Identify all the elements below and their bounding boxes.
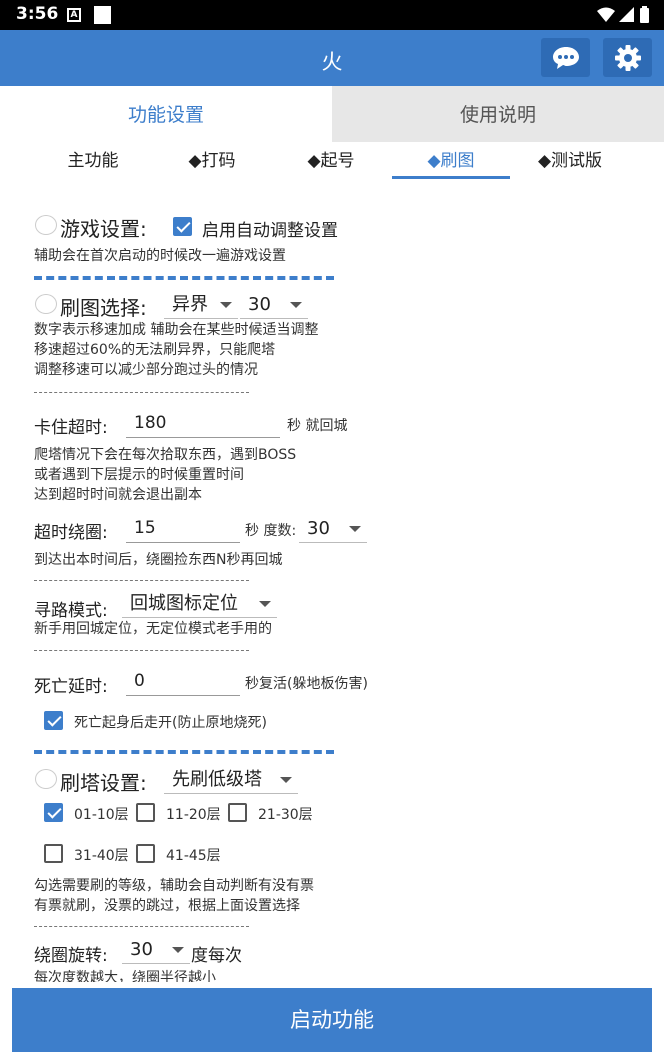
path-mode-label: 寻路模式:: [34, 601, 108, 621]
dashed-divider: [34, 650, 249, 651]
chevron-down-icon: [172, 947, 184, 953]
settings-content[interactable]: 游戏设置: 启用自动调整设置 辅助会在首次启动的时候改一遍游戏设置 刷图选择: …: [0, 200, 664, 982]
rotate-select[interactable]: 30: [122, 936, 190, 964]
floor-31-40-label: 31-40层: [74, 848, 129, 864]
game-settings-desc: 辅助会在首次启动的时候改一遍游戏设置: [34, 248, 286, 264]
section-divider: [34, 750, 334, 754]
stuck-desc-3: 达到超时时间就会退出副本: [34, 487, 202, 503]
notification-square-icon: [94, 6, 111, 24]
stuck-timeout-label: 卡住超时:: [34, 418, 108, 438]
floor-41-45-label: 41-45层: [166, 848, 221, 864]
tower-settings-title: 刷塔设置:: [60, 771, 147, 795]
app-bar: 火: [0, 30, 664, 86]
auto-adjust-checkbox[interactable]: [173, 217, 192, 236]
rotate-value: 30: [130, 939, 153, 960]
subtab-grind[interactable]: ◆刷图: [392, 146, 510, 179]
section-divider: [34, 276, 334, 280]
bubble-icon: [35, 769, 57, 789]
floor-41-45-checkbox[interactable]: [136, 844, 155, 863]
chat-button[interactable]: [541, 38, 590, 77]
status-time: 3:56: [16, 4, 59, 24]
walk-away-checkbox[interactable]: [44, 711, 63, 730]
tower-mode-select[interactable]: 先刷低级塔: [164, 766, 298, 794]
rotate-suffix: 度每次: [191, 946, 242, 966]
battery-icon: [640, 6, 649, 23]
circle-degree-select[interactable]: 30: [299, 515, 367, 543]
dashed-divider: [34, 392, 249, 393]
floor-01-10-checkbox[interactable]: [44, 803, 63, 822]
brush-desc-2: 移速超过60%的无法刷异界，只能爬塔: [34, 342, 276, 358]
signal-icon: [619, 7, 634, 22]
chevron-down-icon: [290, 302, 302, 308]
floor-11-20-label: 11-20层: [166, 807, 221, 823]
walk-away-label: 死亡起身后走开(防止原地烧死): [74, 715, 267, 731]
subtab-main[interactable]: 主功能: [34, 146, 152, 176]
bubble-icon: [35, 215, 57, 235]
status-bar: 3:56 A: [0, 0, 664, 30]
brush-desc-1: 数字表示移速加成 辅助会在某些时候适当调整: [34, 322, 319, 338]
sub-tabs: 主功能 ◆打码 ◆起号 ◆刷图 ◆测试版: [0, 146, 664, 180]
speed-select-value: 30: [248, 294, 271, 315]
stuck-timeout-input[interactable]: 180: [126, 408, 280, 438]
stuck-desc-1: 爬塔情况下会在每次拾取东西，遇到BOSS: [34, 447, 297, 463]
chevron-down-icon: [220, 302, 232, 308]
brush-select-title: 刷图选择:: [60, 296, 147, 320]
system-status-icons: [597, 6, 649, 23]
floor-31-40-checkbox[interactable]: [44, 844, 63, 863]
dashed-divider: [34, 580, 249, 581]
death-delay-input[interactable]: 0: [126, 666, 240, 696]
chevron-down-icon: [259, 601, 271, 607]
path-mode-value: 回城图标定位: [130, 593, 238, 614]
main-tabs: 功能设置 使用说明: [0, 86, 664, 142]
death-delay-suffix: 秒复活(躲地板伤害): [245, 676, 368, 692]
auto-adjust-label: 启用自动调整设置: [202, 221, 338, 241]
rotate-desc: 每次度数越大，绕圈半径越小: [34, 970, 216, 982]
chat-icon: [552, 46, 579, 69]
chevron-down-icon: [349, 526, 361, 532]
gear-icon: [614, 44, 641, 71]
tower-desc-2: 有票就刷，没票的跳过，根据上面设置选择: [34, 898, 300, 914]
circle-desc: 到达出本时间后，绕圈捡东西N秒再回城: [34, 552, 283, 568]
subtab-create-account[interactable]: ◆起号: [272, 146, 390, 176]
rotate-label: 绕圈旋转:: [34, 946, 108, 966]
bubble-icon: [35, 294, 57, 314]
circle-degree-value: 30: [307, 518, 330, 539]
start-function-button[interactable]: 启动功能: [12, 988, 652, 1052]
path-mode-desc: 新手用回城定位，无定位模式老手用的: [34, 621, 272, 637]
brush-desc-3: 调整移速可以减少部分跑过头的情况: [34, 362, 258, 378]
chevron-down-icon: [280, 777, 292, 783]
path-mode-select[interactable]: 回城图标定位: [122, 590, 277, 618]
tower-desc-1: 勾选需要刷的等级，辅助会自动判断有没有票: [34, 878, 314, 894]
stuck-desc-2: 或者遇到下层提示的时候重置时间: [34, 467, 244, 483]
wifi-icon: [597, 7, 615, 22]
circle-timeout-input[interactable]: 15: [126, 513, 240, 543]
floor-01-10-label: 01-10层: [74, 807, 129, 823]
dashed-divider: [34, 926, 249, 927]
floor-21-30-checkbox[interactable]: [228, 803, 247, 822]
subtab-captcha[interactable]: ◆打码: [153, 146, 271, 176]
speed-select[interactable]: 30: [240, 291, 308, 319]
map-select[interactable]: 异界: [164, 291, 238, 319]
subtab-beta[interactable]: ◆测试版: [511, 146, 629, 176]
tab-instructions[interactable]: 使用说明: [332, 86, 664, 142]
floor-11-20-checkbox[interactable]: [136, 803, 155, 822]
notification-a-icon: A: [67, 8, 81, 22]
tab-function-settings[interactable]: 功能设置: [0, 86, 332, 142]
tower-mode-value: 先刷低级塔: [172, 769, 262, 790]
floor-21-30-label: 21-30层: [258, 807, 313, 823]
map-select-value: 异界: [172, 294, 208, 315]
stuck-timeout-suffix: 秒 就回城: [287, 418, 348, 434]
death-delay-label: 死亡延时:: [34, 677, 108, 697]
circle-timeout-label: 超时绕圈:: [34, 523, 108, 543]
circle-timeout-suffix: 秒 度数:: [245, 523, 297, 539]
game-settings-title: 游戏设置:: [60, 217, 147, 241]
settings-button[interactable]: [603, 38, 652, 77]
